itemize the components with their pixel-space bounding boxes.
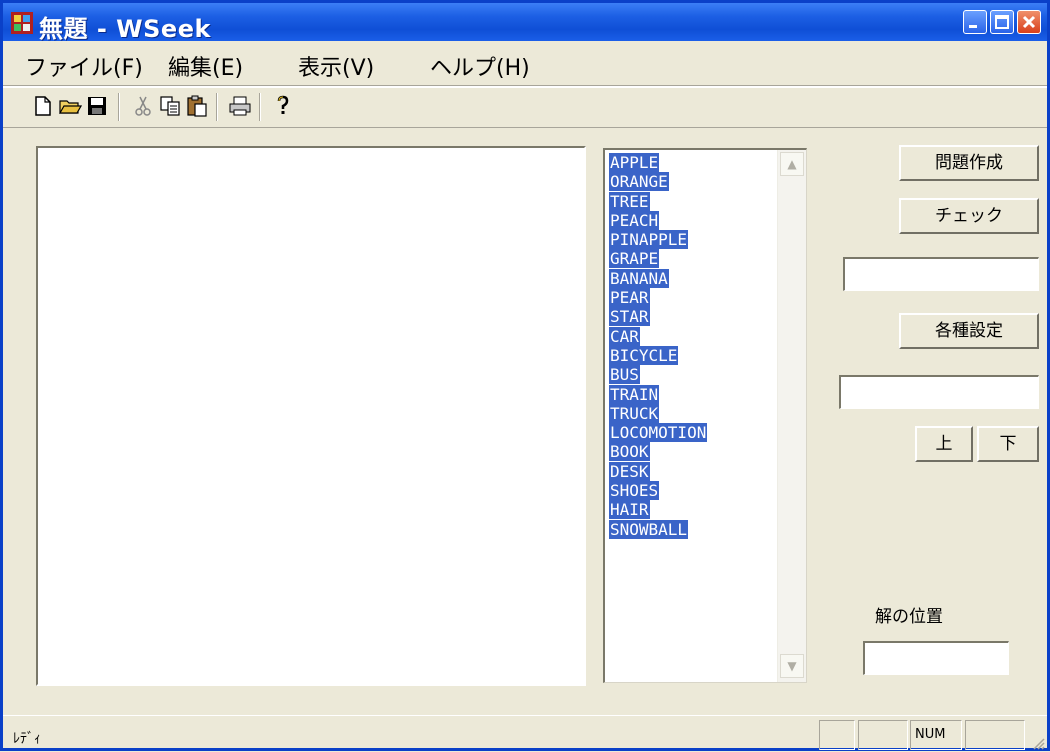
word-text: STAR <box>609 307 650 327</box>
word-item: APPLE <box>609 153 707 172</box>
status-pane-4 <box>965 720 1025 750</box>
word-item: HAIR <box>609 500 707 520</box>
word-text: TREE <box>609 191 650 211</box>
toolbar-separator <box>259 93 261 121</box>
word-item: TREE <box>609 191 707 211</box>
word-text: ORANGE <box>609 172 669 192</box>
word-item: TRAIN <box>609 384 707 404</box>
word-text: TRAIN <box>609 384 660 404</box>
status-bar: ﾚﾃﾞｨ NUM <box>3 715 1047 752</box>
word-text: LOCOMOTION <box>609 423 708 443</box>
maximize-icon <box>995 15 1009 29</box>
word-text: SNOWBALL <box>609 519 689 539</box>
word-item: SHOES <box>609 481 707 501</box>
word-item: BUS <box>609 365 707 385</box>
word-text: APPLE <box>609 153 660 172</box>
cut-icon[interactable] <box>131 94 155 118</box>
app-window: 無題 - WSeek ファイル(F) 編集(E) 表示(V) ヘルプ(H) AP… <box>0 0 1050 751</box>
word-item: STAR <box>609 307 707 327</box>
menu-help[interactable]: ヘルプ(H) <box>430 50 530 82</box>
text-field-1[interactable] <box>843 257 1039 291</box>
status-pane-2 <box>858 720 908 750</box>
word-item: ORANGE <box>609 172 707 192</box>
check-button[interactable]: チェック <box>899 198 1039 234</box>
word-text: DESK <box>609 461 650 481</box>
print-icon[interactable] <box>228 94 252 118</box>
create-puzzle-button[interactable]: 問題作成 <box>899 145 1039 181</box>
word-text: CAR <box>609 326 640 346</box>
word-text: PEACH <box>609 210 660 230</box>
menu-bar: ファイル(F) 編集(E) 表示(V) ヘルプ(H) <box>3 41 1047 85</box>
word-item: SNOWBALL <box>609 519 707 539</box>
new-file-icon[interactable] <box>31 94 55 118</box>
word-text: PEAR <box>609 288 650 308</box>
save-icon[interactable] <box>85 94 109 118</box>
text-field-2[interactable] <box>839 375 1039 409</box>
status-num-indicator: NUM <box>910 720 962 750</box>
word-item: CAR <box>609 326 707 346</box>
word-text: TRUCK <box>609 403 660 423</box>
close-button[interactable] <box>1017 10 1041 34</box>
title-bar[interactable]: 無題 - WSeek <box>3 3 1047 43</box>
help-icon[interactable] <box>271 94 295 118</box>
app-icon <box>11 12 33 34</box>
word-list-editor[interactable]: APPLE ORANGE TREE PEACH PINAPPLE GRAPE BANANA P… <box>603 148 807 683</box>
word-item: PINAPPLE <box>609 230 707 250</box>
scroll-up-arrow-icon[interactable]: ▲ <box>780 152 804 176</box>
paste-icon[interactable] <box>185 94 209 118</box>
vertical-scrollbar[interactable]: ▲ ▼ <box>777 150 806 682</box>
open-folder-icon[interactable] <box>58 94 82 118</box>
down-button[interactable]: 下 <box>977 426 1039 462</box>
menu-view[interactable]: 表示(V) <box>298 50 374 82</box>
word-item: TRUCK <box>609 403 707 423</box>
minimize-button[interactable] <box>963 10 987 34</box>
word-item: PEAR <box>609 288 707 308</box>
minimize-icon <box>969 25 977 28</box>
toolbar <box>3 88 1047 126</box>
word-text: SHOES <box>609 481 660 501</box>
word-text: HAIR <box>609 500 650 520</box>
toolbar-border <box>3 127 1047 128</box>
resize-grip-icon[interactable] <box>1031 736 1045 750</box>
maximize-button[interactable] <box>990 10 1014 34</box>
word-text: PINAPPLE <box>609 230 689 250</box>
word-item: PEACH <box>609 210 707 230</box>
scroll-down-arrow-icon[interactable]: ▼ <box>780 654 804 678</box>
toolbar-separator <box>118 93 120 121</box>
status-pane-1 <box>819 720 855 750</box>
answer-position-field[interactable] <box>863 641 1009 675</box>
copy-icon[interactable] <box>158 94 182 118</box>
word-item: BICYCLE <box>609 345 707 365</box>
answer-position-label: 解の位置 <box>875 607 943 627</box>
word-text: BANANA <box>609 268 669 288</box>
word-item: GRAPE <box>609 249 707 269</box>
puzzle-grid-panel[interactable] <box>36 146 586 686</box>
menu-file[interactable]: ファイル(F) <box>25 50 143 82</box>
status-text: ﾚﾃﾞｨ <box>13 731 41 747</box>
word-text: BOOK <box>609 442 650 462</box>
word-item: DESK <box>609 461 707 481</box>
word-text: BUS <box>609 365 640 385</box>
word-item: LOCOMOTION <box>609 423 708 443</box>
word-list: APPLE ORANGE TREE PEACH PINAPPLE GRAPE BANANA P… <box>609 153 708 539</box>
window-title: 無題 - WSeek <box>39 15 211 43</box>
toolbar-separator <box>216 93 218 121</box>
menu-edit[interactable]: 編集(E) <box>168 50 243 82</box>
up-button[interactable]: 上 <box>915 426 973 462</box>
word-item: BANANA <box>609 268 707 288</box>
close-icon <box>1022 15 1036 29</box>
word-text: GRAPE <box>609 249 660 269</box>
word-text: BICYCLE <box>609 345 679 365</box>
word-item: BOOK <box>609 442 707 462</box>
settings-button[interactable]: 各種設定 <box>899 313 1039 349</box>
